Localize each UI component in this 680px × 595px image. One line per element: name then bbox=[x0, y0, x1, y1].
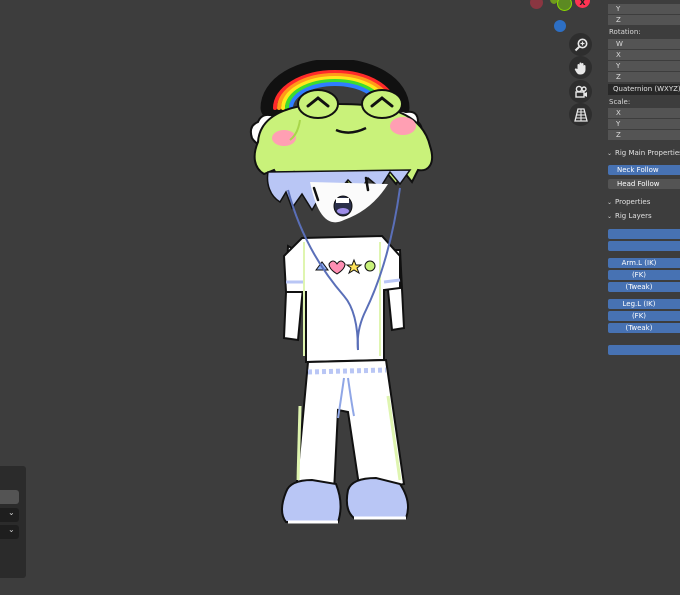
arm-fk-label: (FK) bbox=[631, 271, 647, 279]
rig-main-properties-header[interactable]: ⌄ Rig Main Properties bbox=[607, 149, 680, 157]
gizmo-x-dot[interactable]: X bbox=[575, 0, 590, 8]
pants bbox=[294, 358, 406, 494]
left-panel-dropdown-2[interactable]: ⌄ bbox=[0, 525, 19, 539]
arm-tweak-label: (Tweak) bbox=[625, 283, 653, 291]
leg-ik-label: Leg.L (IK) bbox=[622, 300, 656, 308]
arm-tweak-layer-button[interactable]: (Tweak) bbox=[608, 282, 680, 292]
rotation-z-field[interactable]: Z bbox=[608, 72, 680, 82]
left-panel-field[interactable] bbox=[0, 490, 19, 504]
hand-icon bbox=[574, 62, 585, 74]
rotation-x-label: X bbox=[616, 51, 621, 59]
chevron-down-icon: ⌄ bbox=[607, 213, 613, 220]
rig-layers-header[interactable]: ⌄ Rig Layers bbox=[607, 212, 652, 220]
scale-z-field[interactable]: Z bbox=[608, 130, 680, 140]
grid-icon bbox=[573, 107, 588, 122]
scale-x-label: X bbox=[616, 109, 621, 117]
leg-tweak-label: (Tweak) bbox=[625, 324, 653, 332]
properties-header[interactable]: ⌄ Properties bbox=[607, 198, 650, 206]
scale-label: Scale: bbox=[609, 98, 631, 106]
arm-fk-layer-button[interactable]: (FK) bbox=[608, 270, 680, 280]
rotation-w-field[interactable]: W bbox=[608, 39, 680, 49]
rig-layers-title: Rig Layers bbox=[615, 212, 652, 220]
face bbox=[310, 176, 388, 223]
chevron-down-icon: ⌄ bbox=[607, 199, 613, 206]
head-follow-label: Head Follow bbox=[617, 180, 660, 188]
leg-ik-layer-button[interactable]: Leg.L (IK) bbox=[608, 299, 680, 309]
rig-layer-toggle-1[interactable] bbox=[608, 229, 680, 239]
chevron-down-icon: ⌄ bbox=[607, 150, 613, 157]
rotation-y-label: Y bbox=[616, 62, 621, 70]
left-panel-dropdown-1[interactable]: ⌄ bbox=[0, 508, 19, 522]
scale-z-label: Z bbox=[616, 131, 621, 139]
rig-layer-toggle-2[interactable] bbox=[608, 241, 680, 251]
zoom-icon bbox=[574, 38, 587, 51]
leg-tweak-layer-button[interactable]: (Tweak) bbox=[608, 323, 680, 333]
scale-x-field[interactable]: X bbox=[608, 108, 680, 118]
chevron-down-icon: ⌄ bbox=[8, 508, 15, 517]
scale-y-label: Y bbox=[616, 120, 621, 128]
location-y-label: Y bbox=[616, 5, 621, 13]
zoom-button[interactable] bbox=[569, 33, 592, 56]
rig-layer-toggle-root[interactable] bbox=[608, 345, 680, 355]
scale-y-field[interactable]: Y bbox=[608, 119, 680, 129]
head-follow-button[interactable]: Head Follow bbox=[608, 179, 680, 189]
neck-follow-label: Neck Follow bbox=[617, 166, 659, 174]
rotation-y-field[interactable]: Y bbox=[608, 61, 680, 71]
sidebar-panel: Y Z Rotation: W X Y Z Quaternion (WXYZ) … bbox=[604, 0, 680, 595]
gizmo-x-label: X bbox=[579, 0, 586, 7]
rotation-label: Rotation: bbox=[609, 28, 641, 36]
rig-main-properties-title: Rig Main Properties bbox=[615, 149, 680, 157]
rotation-mode-dropdown[interactable]: Quaternion (WXYZ) bbox=[608, 84, 680, 95]
character-model[interactable] bbox=[240, 60, 440, 540]
3d-viewport[interactable]: X bbox=[0, 0, 680, 595]
camera-icon bbox=[574, 85, 587, 98]
rotation-w-label: W bbox=[616, 40, 623, 48]
neck-follow-button[interactable]: Neck Follow bbox=[608, 165, 680, 175]
location-z-label: Z bbox=[616, 16, 621, 24]
location-y-field[interactable]: Y bbox=[608, 4, 680, 14]
leg-fk-label: (FK) bbox=[631, 312, 647, 320]
location-z-field[interactable]: Z bbox=[608, 15, 680, 25]
properties-title: Properties bbox=[615, 198, 651, 206]
arm-ik-layer-button[interactable]: Arm.L (IK) bbox=[608, 258, 680, 268]
shoes bbox=[281, 476, 409, 524]
arm-ik-label: Arm.L (IK) bbox=[621, 259, 657, 267]
rotation-x-field[interactable]: X bbox=[608, 50, 680, 60]
perspective-toggle-button[interactable] bbox=[569, 103, 592, 126]
gizmo-z-dot[interactable] bbox=[554, 20, 566, 32]
rotation-z-label: Z bbox=[616, 73, 621, 81]
rotation-mode-value: Quaternion (WXYZ) bbox=[613, 85, 680, 93]
camera-view-button[interactable] bbox=[569, 80, 592, 103]
pan-button[interactable] bbox=[569, 56, 592, 79]
leg-fk-layer-button[interactable]: (FK) bbox=[608, 311, 680, 321]
chevron-down-icon: ⌄ bbox=[8, 525, 15, 534]
left-tool-panel[interactable]: ⌄ ⌄ bbox=[0, 466, 26, 578]
gizmo-neg-y-dot[interactable] bbox=[557, 0, 572, 11]
gizmo-neg-x-dot[interactable] bbox=[530, 0, 543, 9]
